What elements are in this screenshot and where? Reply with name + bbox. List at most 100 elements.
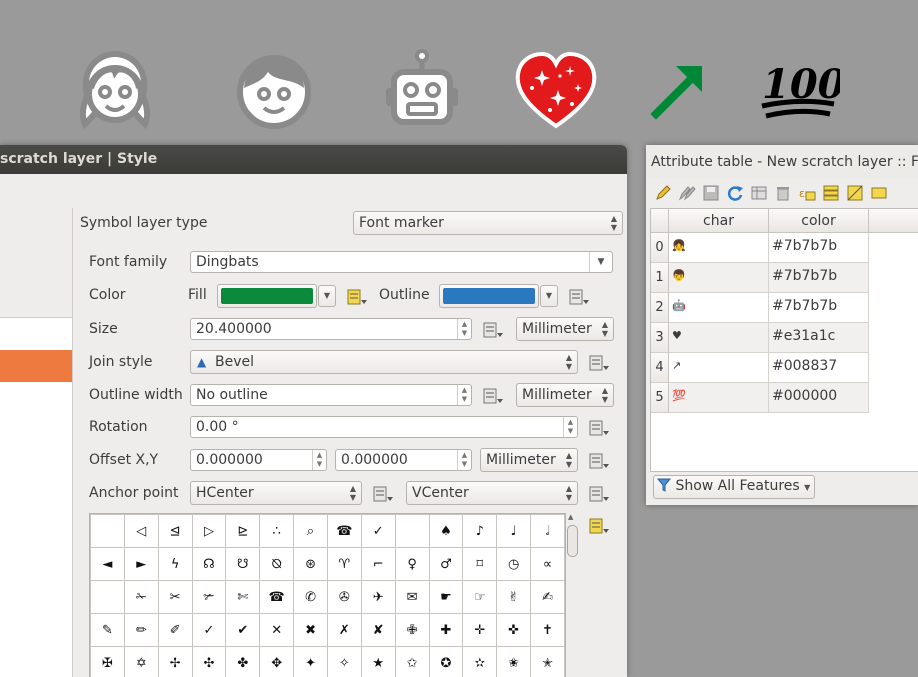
glyph-cell[interactable]: ✘ bbox=[360, 613, 396, 647]
glyph-cell[interactable]: ⊵ bbox=[225, 514, 261, 548]
glyph-cell[interactable]: ✩ bbox=[394, 646, 430, 677]
spin-arrows-icon[interactable]: ▲ ▼ bbox=[312, 450, 326, 470]
glyph-cell[interactable]: ✖ bbox=[293, 613, 328, 647]
data-defined-override-icon[interactable] bbox=[482, 321, 504, 339]
data-defined-override-icon[interactable] bbox=[588, 419, 610, 437]
column-header-color[interactable]: color bbox=[769, 209, 869, 233]
table-cell-color[interactable]: #7b7b7b bbox=[769, 233, 869, 263]
glyph-cell[interactable]: ✫ bbox=[462, 646, 498, 677]
table-cell-color[interactable]: #7b7b7b bbox=[769, 263, 869, 293]
glyph-cell[interactable]: ✛ bbox=[462, 613, 498, 647]
save-edits-icon[interactable] bbox=[702, 184, 720, 202]
glyph-cell[interactable]: ⌑ bbox=[462, 547, 498, 581]
glyph-cell[interactable]: ✍ bbox=[530, 580, 565, 614]
glyph-cell[interactable]: ✥ bbox=[259, 646, 295, 677]
glyph-cell[interactable]: ✣ bbox=[191, 646, 227, 677]
glyph-cell[interactable]: ✌ bbox=[496, 580, 532, 614]
glyph-cell[interactable]: ♂ bbox=[428, 547, 464, 581]
glyph-cell[interactable]: ✢ bbox=[157, 646, 193, 677]
row-number-header[interactable]: 4 bbox=[651, 353, 669, 383]
glyph-cell[interactable]: ☞ bbox=[462, 580, 498, 614]
reload-icon[interactable] bbox=[726, 184, 744, 202]
table-cell-color[interactable]: #000000 bbox=[769, 383, 869, 413]
glyph-cell[interactable]: ✝ bbox=[530, 613, 565, 647]
row-number-header[interactable]: 2 bbox=[651, 293, 669, 323]
row-number-header[interactable]: 5 bbox=[651, 383, 669, 413]
scroll-up-icon[interactable]: ▲ bbox=[568, 513, 573, 521]
glyph-cell[interactable]: ☎ bbox=[259, 580, 295, 614]
glyph-cell[interactable]: ✕ bbox=[259, 613, 295, 647]
glyph-cell[interactable] bbox=[90, 514, 125, 548]
glyph-cell[interactable]: ✐ bbox=[157, 613, 193, 647]
table-cell-char[interactable]: 💯 bbox=[669, 383, 769, 413]
glyph-cell[interactable]: ⌕ bbox=[293, 514, 328, 548]
glyph-cell[interactable]: ◷ bbox=[496, 547, 532, 581]
table-cell-color[interactable]: #e31a1c bbox=[769, 323, 869, 353]
glyph-cell[interactable]: ✈ bbox=[360, 580, 396, 614]
glyph-cell[interactable]: ◄ bbox=[90, 547, 125, 581]
glyph-cell[interactable]: ⊛ bbox=[293, 547, 328, 581]
glyph-cell[interactable]: ✜ bbox=[496, 613, 532, 647]
glyph-cell[interactable]: ✪ bbox=[428, 646, 464, 677]
glyph-cell[interactable]: ☎ bbox=[326, 514, 362, 548]
glyph-cell[interactable]: ✉ bbox=[394, 580, 430, 614]
glyph-cell[interactable]: ✇ bbox=[326, 580, 362, 614]
spin-arrows-icon[interactable]: ▲ ▼ bbox=[457, 450, 471, 470]
glyph-cell[interactable]: ∴ bbox=[259, 514, 295, 548]
glyph-cell[interactable]: ✡ bbox=[123, 646, 159, 677]
select-all-icon[interactable] bbox=[822, 184, 840, 202]
toggle-editing-pencil-icon[interactable] bbox=[654, 184, 672, 202]
glyph-cell[interactable]: ✠ bbox=[90, 646, 125, 677]
anchor-vertical-combo[interactable]: VCenter ▲ ▼ bbox=[406, 481, 578, 505]
font-family-combo[interactable]: Dingbats ▼ bbox=[190, 251, 613, 273]
table-cell-char[interactable]: 🤖 bbox=[669, 293, 769, 323]
table-cell-color[interactable]: #7b7b7b bbox=[769, 293, 869, 323]
data-defined-override-icon[interactable] bbox=[588, 485, 610, 503]
add-feature-icon[interactable] bbox=[750, 184, 768, 202]
outline-width-spinbox[interactable]: No outline ▲ ▼ bbox=[190, 384, 472, 406]
offset-x-spinbox[interactable]: 0.000000 ▲ ▼ bbox=[190, 449, 327, 471]
glyph-cell[interactable]: ✧ bbox=[326, 646, 362, 677]
character-map-grid[interactable]: ◁ ⊴ ▷ ⊵ ∴ ⌕ ☎ ✓ ♠ ♪ ♩ 𝅗𝅥 ◄ ► ϟ ☊ ☋ ⦰ ⊛ ♈ ⌐ ♀ ♂ ⌑ ◷ ∝ ✁ ✂ ✃ ✄ ☎ ✆ ✇ ✈ ✉ ☛ ☞ ✌ ✍… bbox=[89, 513, 566, 677]
symbol-layer-type-combo[interactable]: Font marker ▲ ▼ bbox=[353, 211, 623, 235]
glyph-cell[interactable]: ⌐ bbox=[360, 547, 396, 581]
glyph-cell[interactable]: ♩ bbox=[496, 514, 532, 548]
offset-unit-combo[interactable]: Millimeter ▲ ▼ bbox=[480, 448, 578, 472]
attribute-table-title[interactable]: Attribute table - New scratch layer :: F… bbox=[646, 145, 918, 179]
data-defined-override-icon[interactable] bbox=[372, 485, 394, 503]
glyph-cell[interactable]: ★ bbox=[360, 646, 396, 677]
data-defined-override-icon[interactable] bbox=[346, 288, 368, 306]
fill-color-menu-button[interactable]: ▼ bbox=[318, 285, 336, 307]
glyph-cell[interactable]: ◁ bbox=[123, 514, 159, 548]
spin-arrows-icon[interactable]: ▲ ▼ bbox=[563, 417, 577, 437]
data-defined-override-icon[interactable] bbox=[588, 452, 610, 470]
glyph-cell[interactable]: ✎ bbox=[90, 613, 125, 647]
table-cell-char[interactable]: 👧 bbox=[669, 233, 769, 263]
table-cell-color[interactable]: #008837 bbox=[769, 353, 869, 383]
glyph-cell[interactable]: ϟ bbox=[157, 547, 193, 581]
anchor-horizontal-combo[interactable]: HCenter ▲ ▼ bbox=[190, 481, 362, 505]
glyph-cell[interactable]: ☋ bbox=[225, 547, 261, 581]
glyph-cell[interactable]: ✓ bbox=[360, 514, 396, 548]
glyph-cell[interactable]: ✏ bbox=[123, 613, 159, 647]
glyph-cell[interactable]: ✚ bbox=[428, 613, 464, 647]
table-cell-char[interactable]: ↗ bbox=[669, 353, 769, 383]
symbol-tree-selected-item[interactable] bbox=[0, 350, 72, 382]
glyph-cell[interactable]: ⊴ bbox=[157, 514, 193, 548]
data-defined-override-icon[interactable] bbox=[588, 354, 610, 372]
outline-width-unit-combo[interactable]: Millimeter ▲ ▼ bbox=[516, 383, 614, 407]
glyph-cell[interactable]: 𝅗𝅥 bbox=[530, 514, 565, 548]
size-spinbox[interactable]: 20.400000 ▲ ▼ bbox=[190, 318, 472, 340]
deselect-icon[interactable] bbox=[870, 184, 888, 202]
show-all-features-button[interactable]: Show All Features ▼ bbox=[653, 475, 816, 499]
glyph-cell[interactable]: ∝ bbox=[530, 547, 565, 581]
glyph-cell[interactable]: ✭ bbox=[530, 646, 565, 677]
glyph-cell[interactable]: ✔ bbox=[225, 613, 261, 647]
glyph-cell[interactable]: ⦰ bbox=[259, 547, 295, 581]
multi-edit-icon[interactable] bbox=[678, 184, 696, 202]
table-cell-char[interactable]: 👦 bbox=[669, 263, 769, 293]
style-dialog-title[interactable]: scratch layer | Style bbox=[0, 145, 627, 174]
column-header-char[interactable]: char bbox=[669, 209, 769, 233]
glyph-cell[interactable]: ✆ bbox=[293, 580, 328, 614]
outline-color-menu-button[interactable]: ▼ bbox=[540, 285, 558, 307]
